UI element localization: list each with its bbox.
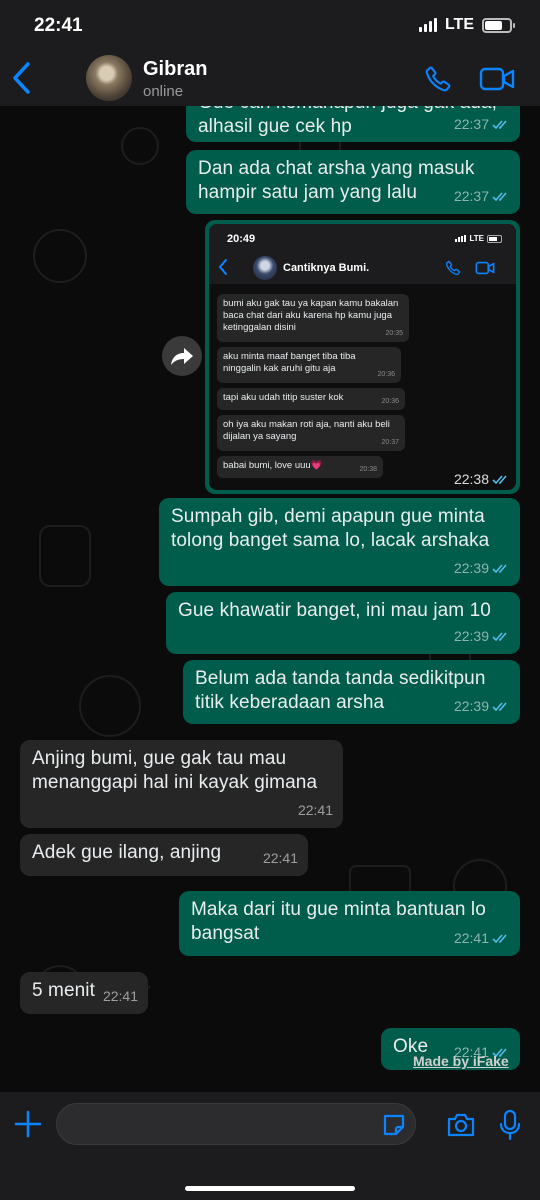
message-time: 22:39 xyxy=(453,698,489,714)
message-bubble-outgoing[interactable]: Maka dari itu gue minta bantuan lo bangs… xyxy=(179,891,520,956)
message-time: 22:37 xyxy=(453,116,489,132)
message-bubble-outgoing[interactable]: Gue khawatir banget, ini mau jam 10 22:3… xyxy=(166,592,520,654)
double-check-icon xyxy=(492,563,507,573)
message-text: Gue khawatir banget, ini mau jam 10 xyxy=(178,600,491,621)
embedded-message: aku minta maaf banget tiba tiba ninggali… xyxy=(217,347,401,383)
embedded-message-text: aku minta maaf banget tiba tiba ninggali… xyxy=(223,351,356,374)
embedded-contact-name: Cantiknya Bumi. xyxy=(283,262,370,274)
message-time: 22:41 xyxy=(262,850,298,866)
message-text: Sumpah gib, demi apapun gue minta tolong… xyxy=(171,506,490,551)
embedded-message-text: bumi aku gak tau ya kapan kamu bakalan b… xyxy=(223,298,399,333)
message-time: 22:41 xyxy=(453,930,489,946)
embedded-message-time: 20:37 xyxy=(381,439,399,446)
message-meta: 22:38 xyxy=(454,471,510,487)
embedded-message-time: 20:38 xyxy=(359,466,377,473)
message-time: 22:37 xyxy=(453,188,489,204)
forward-button[interactable] xyxy=(162,336,202,376)
message-meta: 22:41 xyxy=(298,798,333,822)
message-meta: 22:37 xyxy=(454,112,510,136)
message-meta: 22:39 xyxy=(454,556,510,580)
embedded-message-time: 20:36 xyxy=(377,371,395,378)
camera-icon[interactable] xyxy=(446,1112,476,1138)
embedded-message-text: tapi aku udah titip suster kok xyxy=(223,392,344,403)
message-meta: 22:41 xyxy=(263,846,298,870)
embedded-status-indicators: LTE xyxy=(455,234,502,243)
message-time: 22:41 xyxy=(102,988,138,1004)
signal-icon xyxy=(418,18,437,32)
message-text: Anjing bumi, gue gak tau mau menanggapi … xyxy=(32,748,318,793)
message-time: 22:39 xyxy=(453,560,489,576)
chat-header: Gibran online xyxy=(0,52,540,106)
embedded-status-bar: 20:49 LTE xyxy=(209,224,516,252)
microphone-icon[interactable] xyxy=(499,1109,521,1141)
double-check-icon xyxy=(492,474,507,484)
status-bar: 22:41 LTE xyxy=(0,0,540,52)
sticker-icon[interactable] xyxy=(381,1112,407,1138)
double-check-icon xyxy=(492,631,507,641)
message-input[interactable] xyxy=(56,1103,416,1145)
double-check-icon xyxy=(492,119,507,129)
embedded-message: tapi aku udah titip suster kok 20:36 xyxy=(217,388,405,410)
message-bubble-incoming[interactable]: Adek gue ilang, anjing 22:41 xyxy=(20,834,308,876)
message-meta: 22:39 xyxy=(454,624,510,648)
compose-bar xyxy=(0,1092,540,1200)
double-check-icon xyxy=(492,933,507,943)
phone-icon[interactable] xyxy=(424,65,452,93)
message-meta: 22:41 xyxy=(454,926,510,950)
plus-icon[interactable] xyxy=(14,1110,42,1138)
status-time: 22:41 xyxy=(34,15,83,36)
message-bubble-outgoing[interactable]: Belum ada tanda tanda sedikitpun titik k… xyxy=(183,660,520,724)
contact-status: online xyxy=(143,83,184,100)
message-bubble-outgoing[interactable]: Dan ada chat arsha yang masuk hampir sat… xyxy=(186,150,520,214)
status-indicators: LTE xyxy=(418,16,515,34)
embedded-message-text: oh iya aku makan roti aja, nanti aku bel… xyxy=(223,419,390,442)
embedded-avatar xyxy=(253,256,277,280)
message-time: 22:41 xyxy=(297,802,333,818)
embedded-message-time: 20:35 xyxy=(385,330,403,337)
message-bubble-outgoing[interactable]: Gue cari kemanapun juga gak ada, alhasil… xyxy=(186,106,520,142)
forward-arrow-icon xyxy=(171,348,193,365)
message-time: 22:38 xyxy=(453,471,489,487)
message-bubble-incoming[interactable]: 5 menit 22:41 xyxy=(20,972,148,1014)
phone-icon xyxy=(445,260,461,276)
double-check-icon xyxy=(492,191,507,201)
message-time: 22:39 xyxy=(453,628,489,644)
message-text: Adek gue ilang, anjing xyxy=(32,842,222,863)
message-bubble-outgoing[interactable]: Sumpah gib, demi apapun gue minta tolong… xyxy=(159,498,520,586)
chat-area[interactable]: Gue cari kemanapun juga gak ada, alhasil… xyxy=(0,106,540,1092)
embedded-message-time: 20:36 xyxy=(381,398,399,405)
embedded-chat-header: Cantiknya Bumi. xyxy=(209,252,516,284)
embedded-message-text: babai bumi, love uuu💗 xyxy=(223,460,323,471)
embedded-network-type: LTE xyxy=(469,234,484,243)
chevron-left-icon[interactable] xyxy=(10,60,34,96)
message-meta: 22:39 xyxy=(454,694,510,718)
message-meta: 22:41 xyxy=(103,984,138,1008)
video-camera-icon[interactable] xyxy=(479,66,515,92)
image-message[interactable]: 20:49 LTE Cantiknya Bumi. bumi aku gak t… xyxy=(205,220,520,494)
embedded-message: bumi aku gak tau ya kapan kamu bakalan b… xyxy=(217,294,409,342)
embedded-status-time: 20:49 xyxy=(227,233,256,245)
contact-name[interactable]: Gibran xyxy=(143,58,207,81)
video-camera-icon xyxy=(475,261,495,275)
chevron-left-icon xyxy=(218,259,227,275)
embedded-screenshot[interactable]: 20:49 LTE Cantiknya Bumi. bumi aku gak t… xyxy=(209,224,516,490)
embedded-message: babai bumi, love uuu💗 20:38 xyxy=(217,456,383,478)
network-type: LTE xyxy=(444,16,474,33)
message-bubble-incoming[interactable]: Anjing bumi, gue gak tau mau menanggapi … xyxy=(20,740,343,828)
watermark: Made by iFake xyxy=(413,1053,509,1069)
avatar[interactable] xyxy=(86,55,132,101)
message-meta: 22:37 xyxy=(454,184,510,208)
embedded-message: oh iya aku makan roti aja, nanti aku bel… xyxy=(217,415,405,451)
battery-icon xyxy=(482,17,515,33)
double-check-icon xyxy=(492,701,507,711)
home-indicator xyxy=(185,1186,355,1191)
